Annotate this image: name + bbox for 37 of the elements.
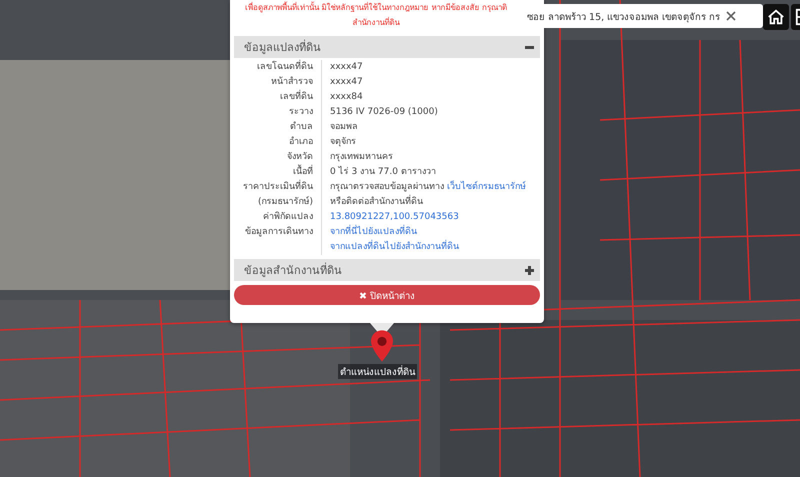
- info-link[interactable]: เว็บไซต์กรมธนารักษ์: [446, 182, 526, 192]
- field-value: xxxx84: [330, 91, 364, 104]
- close-icon[interactable]: [726, 11, 736, 21]
- warning-text: เพื่อดูสภาพพื้นที่เท่านั้น มิใช่หลักฐานที่ใช้ในทางกฎหมาย หากมีข้อสงสัย กรุณาติ: [245, 0, 507, 14]
- field-label: เลขโฉนดที่ดิน: [234, 60, 313, 75]
- info-link[interactable]: จากที่นี่ไปยังแปลงที่ดิน: [330, 227, 417, 237]
- info-link[interactable]: 13.80921227,100.57043563: [330, 212, 459, 222]
- field-label: อำเภอ: [288, 136, 313, 149]
- field-label: ข้อมูลการเดินทาง: [244, 226, 313, 239]
- field-label: ตำบล: [289, 120, 313, 134]
- field-value: จตุจักร: [330, 136, 357, 149]
- close-window-button[interactable]: ✖ ปิดหน้าต่าง: [234, 285, 540, 305]
- field-label: เลขที่ดิน: [234, 90, 313, 105]
- pin-label: ตำแหน่งแปลงที่ดิน: [338, 364, 417, 379]
- home-button[interactable]: [763, 4, 789, 30]
- field-value: xxxx47: [330, 61, 364, 74]
- field-value: xxxx47: [330, 76, 364, 89]
- section-header[interactable]: ข้อมูลสำนักงานที่ดิน: [234, 259, 540, 281]
- warning-text: สำนักงานที่ดิน: [352, 16, 400, 29]
- field-label: ระวาง: [288, 106, 313, 119]
- field-label: เนื้อที่: [234, 165, 313, 180]
- expand-icon: [525, 266, 534, 274]
- field-label: ค่าพิกัดแปลง: [262, 210, 313, 224]
- field-label: ราคาประเมินที่ดิน: [234, 180, 313, 195]
- field-value: กรุณาตรวจสอบข้อมูลผ่านทาง เว็บไซต์กรมธนารักษ์: [330, 180, 527, 194]
- field-value: หรือติดต่อสำนักงานที่ดิน: [330, 195, 540, 210]
- field-value: จอมพล: [330, 121, 359, 134]
- field-value: กรุงเทพมหานคร: [330, 151, 394, 164]
- field-label: จังหวัด: [286, 151, 313, 164]
- field-value: 0 ไร่ 3 งาน 77.0 ตารางวา: [330, 165, 437, 179]
- info-link[interactable]: จากแปลงที่ดินไปยังสำนักงานที่ดิน: [330, 242, 459, 252]
- home-icon: [767, 8, 785, 26]
- field-label: (กรมธนารักษ์): [256, 195, 313, 209]
- field-value: 5136 IV 7026-09 (1000): [330, 106, 439, 119]
- location-pin-icon: [371, 330, 393, 362]
- section-header[interactable]: ข้อมูลแปลงที่ดิน: [234, 36, 540, 58]
- field-label: หน้าสำรวจ: [270, 76, 313, 89]
